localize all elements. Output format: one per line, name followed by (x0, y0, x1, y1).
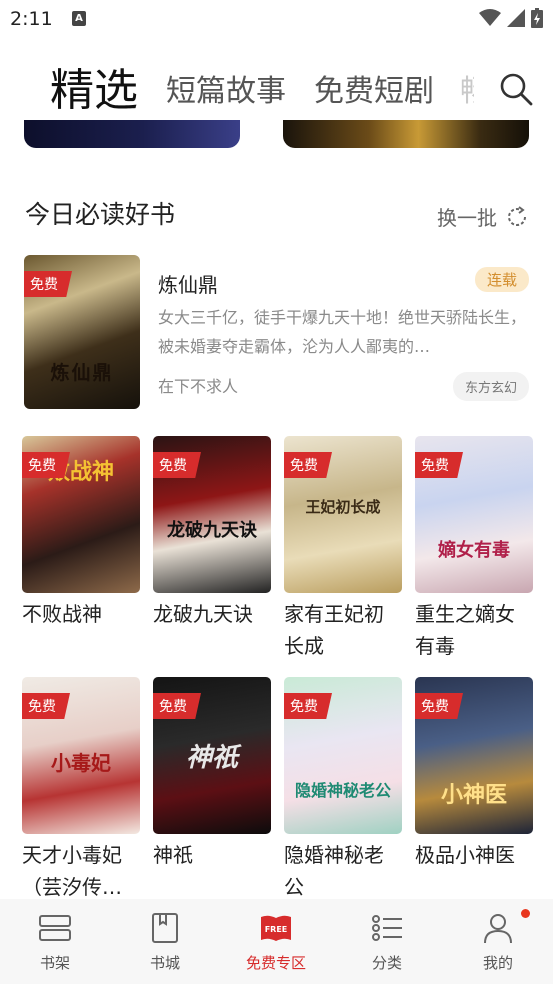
cover-text: 小神医 (440, 783, 507, 808)
nav-free-zone[interactable]: FREE 免费专区 (221, 899, 331, 984)
free-badge: 免费 (284, 452, 332, 478)
free-badge: 免费 (284, 693, 332, 719)
search-icon[interactable] (499, 72, 533, 106)
cover-text: 神祇 (185, 743, 238, 773)
bookshelf-icon (39, 915, 71, 941)
free-badge: 免费 (22, 452, 70, 478)
book-title: 龙破九天诀 (153, 602, 253, 626)
status-bar: 2:11 A (0, 0, 553, 38)
book-cover[interactable]: 小毒妃 免费 (22, 677, 140, 834)
cover-text: 小毒妃 (51, 751, 111, 775)
free-badge: 免费 (22, 693, 70, 719)
book-title: 天才小毒妃（芸汐传… (22, 843, 122, 899)
refresh-label: 换一批 (437, 206, 497, 230)
tab-free-dramas[interactable]: 免费短剧 (314, 66, 434, 110)
nav-label: 我的 (482, 954, 513, 972)
battery-icon (531, 8, 543, 28)
book-title: 家有王妃初长成 (284, 602, 384, 658)
book-title: 极品小神医 (415, 843, 515, 867)
free-badge: 免费 (415, 693, 463, 719)
notification-dot (521, 909, 530, 918)
status-icons (479, 8, 543, 28)
book-title: 重生之嫡女有毒 (415, 602, 515, 658)
nav-category[interactable]: 分类 (332, 899, 442, 984)
nav-bookstore[interactable]: 书城 (110, 899, 220, 984)
top-tabs: 精选 短篇故事 免费短剧 畅 (0, 50, 553, 120)
book-cover[interactable]: 败战神 免费 (22, 436, 140, 593)
featured-book[interactable]: 炼仙鼎 免费 炼仙鼎 连载 女大三千亿，徒手干爆九天十地！绝世天骄陆长生，被未婚… (24, 255, 529, 410)
nav-label: 免费专区 (245, 954, 306, 972)
serial-status-badge: 连载 (474, 267, 529, 292)
cover-text: 隐婚神秘老公 (294, 781, 391, 800)
featured-book-title: 炼仙鼎 (158, 273, 218, 297)
banner-left[interactable] (24, 120, 240, 148)
book-cover[interactable]: 嫡女有毒 免费 (415, 436, 533, 593)
section-title: 今日必读好书 (25, 200, 176, 229)
featured-book-author: 在下不求人 (158, 377, 239, 396)
book-cover[interactable]: 龙破九天诀 免费 (153, 436, 271, 593)
tab-featured[interactable]: 精选 (50, 54, 138, 118)
nav-profile[interactable]: 我的 (443, 899, 553, 984)
banner-carousel (0, 120, 553, 150)
status-time: 2:11 (10, 8, 53, 30)
book-cover[interactable]: 小神医 免费 (415, 677, 533, 834)
profile-icon (484, 914, 512, 944)
refresh-button[interactable]: 换一批 (437, 202, 529, 231)
cover-text: 王妃初长成 (305, 498, 381, 516)
nav-label: 分类 (371, 954, 402, 972)
cover-text: 龙破九天诀 (167, 520, 257, 541)
book-title: 不败战神 (22, 602, 102, 626)
tab-short-stories[interactable]: 短篇故事 (166, 66, 286, 110)
free-badge: 免费 (153, 693, 201, 719)
featured-book-description: 女大三千亿，徒手干爆九天十地！绝世天骄陆长生，被未婚妻夺走霸体，沦为人人鄙夷的… (158, 308, 527, 356)
free-badge: 免费 (153, 452, 201, 478)
category-icon (372, 915, 402, 941)
book-title: 隐婚神秘老公 (284, 843, 384, 899)
nav-label: 书城 (149, 954, 180, 972)
nav-label: 书架 (39, 954, 70, 972)
banner-right[interactable] (283, 120, 529, 148)
tab-more[interactable]: 畅 (460, 66, 474, 110)
featured-book-cover[interactable]: 炼仙鼎 免费 (24, 255, 140, 409)
free-badge: 免费 (24, 271, 72, 297)
book-icon (152, 913, 178, 943)
refresh-icon (508, 205, 526, 226)
cover-text: 嫡女有毒 (438, 540, 510, 561)
bottom-nav: 书架 书城 FREE 免费专区 分类 我的 (0, 899, 553, 984)
book-cover[interactable]: 隐婚神秘老公 免费 (284, 677, 402, 834)
free-icon-text: FREE (265, 925, 288, 934)
featured-cover-title: 炼仙鼎 (50, 362, 114, 384)
book-title: 神祇 (153, 843, 193, 867)
book-cover[interactable]: 王妃初长成 免费 (284, 436, 402, 593)
free-badge: 免费 (415, 452, 463, 478)
notification-icon: A (72, 11, 86, 26)
nav-bookshelf[interactable]: 书架 (0, 899, 110, 984)
wifi-icon (479, 9, 501, 26)
free-icon: FREE (261, 915, 291, 941)
genre-tag[interactable]: 东方玄幻 (452, 372, 529, 401)
signal-icon (507, 9, 525, 27)
book-cover[interactable]: 神祇 免费 (153, 677, 271, 834)
